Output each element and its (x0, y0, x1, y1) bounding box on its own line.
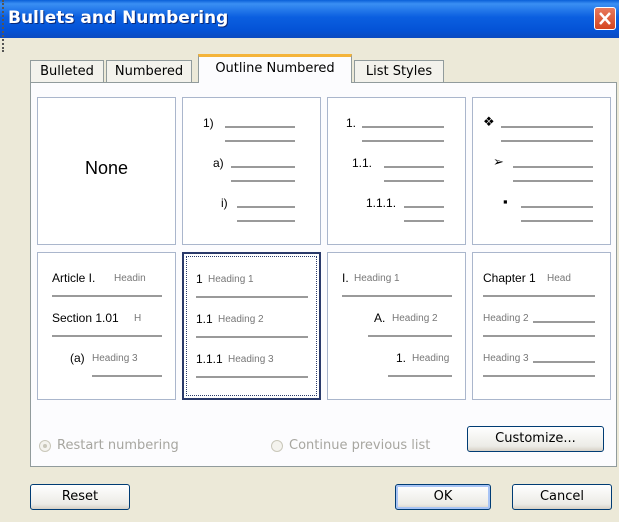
level-2-heading: Heading 2 (218, 314, 264, 325)
none-label: None (84, 158, 129, 178)
preview-line (483, 335, 595, 337)
dialog-title: Bullets and Numbering (8, 8, 229, 28)
preview-line (533, 321, 595, 323)
level-1-number: I. (342, 271, 349, 285)
radio-empty-icon (271, 439, 283, 452)
customize-button[interactable]: Customize... (467, 426, 604, 452)
level-2-heading: H (134, 313, 142, 324)
level-3-number: (a) (70, 351, 85, 365)
preview-line (521, 220, 593, 222)
level-2-number: 1.1 (196, 312, 213, 326)
gallery-style-article[interactable]: Article I. Headin Section 1.01 H (a) Hea… (37, 252, 176, 400)
preview-line (92, 375, 162, 377)
tab-numbered[interactable]: Numbered (106, 60, 192, 82)
level-1-heading: Head (547, 273, 571, 284)
close-icon (599, 12, 611, 25)
preview-line (513, 166, 593, 168)
preview-line (52, 335, 162, 337)
preview-line (521, 206, 593, 208)
preview-line (483, 295, 595, 297)
level-1-number: Chapter 1 (483, 271, 536, 285)
preview-line (52, 295, 162, 297)
level-3-heading: Heading 3 (92, 353, 138, 364)
level-2-heading: Heading 2 (483, 313, 529, 324)
preview-line (404, 220, 444, 222)
preview-line (225, 140, 295, 142)
level-1-heading: Headin (114, 273, 146, 284)
preview-line (362, 126, 444, 128)
preview-line (237, 220, 295, 222)
level-3-heading: Heading 3 (228, 354, 274, 365)
preview-line (483, 375, 595, 377)
gallery-none[interactable]: None (37, 97, 176, 245)
restart-numbering-label: Restart numbering (57, 438, 179, 453)
level-1-label: 1. (346, 116, 357, 130)
preview-line (225, 126, 295, 128)
preview-line (342, 295, 452, 297)
gallery-style-decimal[interactable]: 1. 1.1. 1.1.1. (327, 97, 466, 245)
preview-line (368, 335, 452, 337)
continue-previous-list-label: Continue previous list (289, 438, 431, 453)
tab-bulleted[interactable]: Bulleted (30, 60, 104, 82)
reset-button[interactable]: Reset (30, 484, 130, 510)
gallery-style-heading-decimal[interactable]: 1 Heading 1 1.1 Heading 2 1.1.1 Heading … (182, 252, 321, 400)
preview-line (388, 375, 452, 377)
preview-line (196, 336, 308, 338)
tab-list-styles[interactable]: List Styles (354, 60, 444, 82)
level-1-number: 1 (196, 272, 203, 286)
level-3-label: 1.1.1. (366, 196, 397, 210)
preview-line (384, 180, 444, 182)
continue-previous-list-radio[interactable]: Continue previous list (271, 438, 430, 453)
level-3-number: 1.1.1 (196, 352, 223, 366)
gallery-style-roman[interactable]: I. Heading 1 A. Heading 2 1. Heading (327, 252, 466, 400)
level-2-number: A. (374, 311, 386, 325)
level-3-number: 1. (396, 351, 407, 365)
level-2-label: a) (213, 156, 224, 170)
level-3-heading: Heading 3 (483, 353, 529, 364)
level-2-label: 1.1. (352, 156, 373, 170)
window-edge (2, 0, 7, 52)
level-2-heading: Heading 2 (392, 313, 438, 324)
preview-line (533, 361, 595, 363)
level-1-heading: Heading 1 (208, 274, 254, 285)
preview-line (501, 140, 593, 142)
level-3-label: i) (221, 196, 228, 210)
level-1-heading: Heading 1 (354, 273, 400, 284)
diamond-bullet-icon: ❖ (483, 114, 495, 129)
level-3-heading: Heading (412, 353, 450, 364)
preview-line (237, 206, 295, 208)
gallery-style-bullets[interactable]: ❖ ➢ ▪ (472, 97, 611, 245)
dialog-window: Bullets and Numbering Bulleted Numbered … (0, 0, 619, 522)
preview-line (362, 140, 444, 142)
preview-line (231, 180, 295, 182)
square-bullet-icon: ▪ (503, 194, 508, 209)
preview-line (196, 376, 308, 378)
gallery-style-paren[interactable]: 1) a) i) (182, 97, 321, 245)
tab-outline-numbered[interactable]: Outline Numbered (198, 54, 352, 83)
ok-button[interactable]: OK (395, 484, 491, 510)
level-1-label: 1) (203, 116, 214, 130)
tab-panel: None 1) a) i) 1. 1.1. 1.1.1. ❖ ➢ ▪ Artic… (30, 82, 617, 467)
cancel-button[interactable]: Cancel (512, 484, 612, 510)
level-2-number: Section 1.01 (52, 311, 119, 325)
close-button[interactable] (594, 7, 616, 30)
radio-selected-icon (39, 439, 51, 452)
preview-line (501, 126, 593, 128)
preview-line (196, 296, 308, 298)
preview-line (404, 206, 444, 208)
preview-line (384, 166, 444, 168)
preview-line (513, 180, 593, 182)
arrow-bullet-icon: ➢ (493, 154, 504, 169)
title-bar[interactable]: Bullets and Numbering (0, 0, 619, 38)
preview-line (231, 166, 295, 168)
restart-numbering-radio[interactable]: Restart numbering (39, 438, 179, 453)
level-1-number: Article I. (52, 271, 96, 285)
gallery-style-chapter[interactable]: Chapter 1 Head Heading 2 Heading 3 (472, 252, 611, 400)
